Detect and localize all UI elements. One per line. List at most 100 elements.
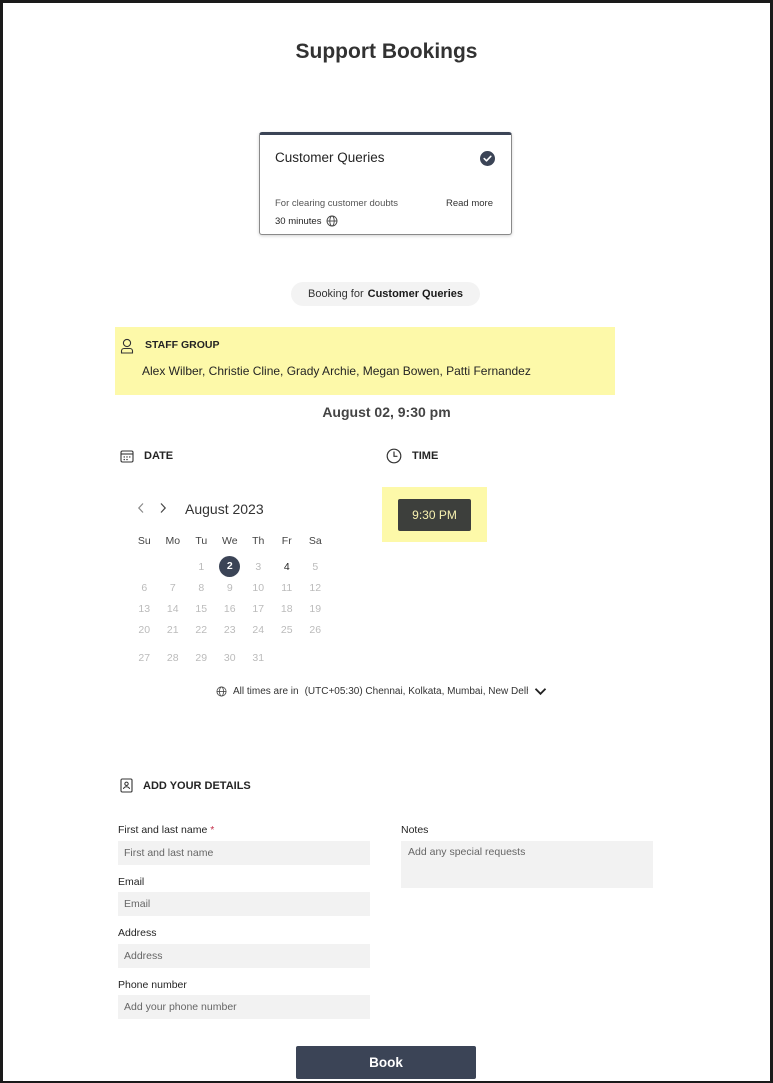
calendar-day: 25 — [273, 624, 302, 636]
check-icon — [480, 151, 495, 166]
calendar-day-number: 1 — [198, 560, 205, 573]
calendar-day: 26 — [301, 624, 330, 636]
calendar-icon — [120, 450, 134, 463]
chevron-right-icon[interactable] — [159, 502, 167, 517]
date-section-header: DATE — [120, 449, 173, 463]
chevron-left-icon[interactable] — [137, 502, 145, 517]
calendar-week-row: 13 14 15 16 17 18 19 — [130, 598, 330, 619]
calendar-day: 14 — [159, 603, 188, 615]
calendar-day: 11 — [273, 582, 302, 594]
calendar-day: 30 — [216, 652, 245, 664]
chevron-down-icon[interactable] — [534, 687, 547, 696]
calendar-day-number: 27 — [138, 651, 151, 664]
calendar-day-number: 2 — [219, 556, 241, 577]
staff-group-panel: STAFF GROUP Alex Wilber, Christie Cline,… — [115, 327, 615, 395]
weekday-label: Tu — [195, 534, 208, 547]
calendar-day-number: 20 — [138, 623, 151, 636]
clock-icon — [386, 448, 402, 464]
page-title: Support Bookings — [295, 40, 478, 63]
weekday-label: Sa — [308, 534, 322, 547]
details-section-heading: ADD YOUR DETAILS — [143, 779, 251, 792]
service-description: For clearing customer doubts — [275, 198, 399, 209]
weekday-label: Fr — [281, 534, 292, 547]
calendar-day: 21 — [159, 624, 188, 636]
globe-icon — [216, 686, 227, 697]
details-section-header: ADD YOUR DETAILS — [120, 778, 251, 793]
service-name: Customer Queries — [275, 150, 385, 165]
calendar-day-number: 17 — [252, 602, 265, 615]
calendar-day[interactable]: 4 — [273, 561, 302, 573]
calendar-grid: Su Mo Tu We Th Fr Sa 1 2 3 4 5 6 7 8 9 10 11 12 13 14… — [130, 530, 330, 668]
calendar-day-number: 26 — [309, 623, 322, 636]
booking-for-service: Customer Queries — [367, 288, 464, 300]
name-label-text: First and last name — [118, 824, 208, 836]
calendar-day-number: 23 — [223, 623, 236, 636]
email-input[interactable]: Email — [118, 892, 370, 916]
calendar-day: 7 — [159, 582, 188, 594]
weekday-label: Th — [252, 534, 265, 547]
calendar-day: 22 — [187, 624, 216, 636]
selected-datetime: August 02, 9:30 pm — [322, 404, 451, 420]
notes-field-label: Notes — [401, 824, 429, 836]
calendar-day-number: 16 — [223, 602, 236, 615]
calendar-day: 3 — [244, 561, 273, 573]
address-field-label: Address — [118, 927, 157, 939]
time-slot-button[interactable]: 9:30 PM — [398, 499, 471, 531]
time-slot-highlight: 9:30 PM — [382, 487, 487, 542]
calendar-day: 5 — [301, 561, 330, 573]
calendar-day-number: 19 — [309, 602, 322, 615]
notes-textarea[interactable]: Add any special requests — [401, 841, 653, 888]
name-input[interactable]: First and last name — [118, 841, 370, 865]
calendar-day: 20 — [130, 624, 159, 636]
calendar-day: 19 — [301, 603, 330, 615]
calendar-week-row: 27 28 29 30 31 — [130, 647, 330, 668]
calendar-day-number: 5 — [312, 560, 319, 573]
calendar-day: 15 — [187, 603, 216, 615]
timezone-prefix: All times are in — [233, 686, 299, 697]
calendar-day-number: 13 — [138, 602, 151, 615]
calendar-day: 12 — [301, 582, 330, 594]
timezone-selector[interactable]: All times are in (UTC+05:30) Chennai, Ko… — [216, 686, 547, 697]
calendar-day: 10 — [244, 582, 273, 594]
calendar-day-number: 7 — [169, 581, 176, 594]
calendar-week-row: 20 21 22 23 24 25 26 — [130, 619, 330, 640]
booking-for-pill: Booking for Customer Queries — [291, 282, 480, 306]
calendar-day-number: 21 — [166, 623, 179, 636]
staff-group-names: Alex Wilber, Christie Cline, Grady Archi… — [142, 364, 531, 378]
service-card[interactable]: Customer Queries For clearing customer d… — [259, 132, 512, 235]
calendar-weeks: 1 2 3 4 5 6 7 8 9 10 11 12 13 14 15 16 17 18 19 20 21 22 23 24 2… — [130, 556, 330, 668]
required-marker: * — [210, 824, 215, 836]
read-more-link[interactable]: Read more — [446, 198, 493, 209]
calendar-day-number: 11 — [281, 581, 293, 594]
calendar-week-row: 1 2 3 4 5 — [130, 556, 330, 577]
booking-for-prefix: Booking for — [307, 288, 364, 300]
weekday-label: Su — [137, 534, 151, 547]
calendar-day[interactable]: 2 — [216, 556, 245, 577]
book-button[interactable]: Book — [296, 1046, 476, 1079]
calendar-day-number: 15 — [195, 602, 208, 615]
weekday-label: Mo — [165, 534, 181, 547]
calendar-day-number: 9 — [226, 581, 233, 594]
weekday-label: We — [221, 534, 238, 547]
calendar-day-number: 29 — [195, 651, 208, 664]
address-input[interactable]: Address — [118, 944, 370, 968]
calendar-week-row: 6 7 8 9 10 11 12 — [130, 577, 330, 598]
email-field-label: Email — [118, 876, 145, 888]
service-duration: 30 minutes — [275, 215, 338, 227]
calendar-day-number: 28 — [166, 651, 179, 664]
calendar-day-number: 18 — [280, 602, 293, 615]
phone-input[interactable]: Add your phone number — [118, 995, 370, 1019]
calendar-month-label: August 2023 — [185, 501, 264, 517]
calendar-day: 13 — [130, 603, 159, 615]
calendar-day: 6 — [130, 582, 159, 594]
calendar-day: 17 — [244, 603, 273, 615]
calendar-day-number: 14 — [166, 602, 179, 615]
calendar-day-number: 25 — [280, 623, 293, 636]
calendar-day-number: 30 — [223, 651, 236, 664]
calendar-day-number: 6 — [141, 581, 148, 594]
calendar-day: 24 — [244, 624, 273, 636]
calendar-day-number: 24 — [252, 623, 265, 636]
calendar-day: 28 — [159, 652, 188, 664]
calendar-day-number: 3 — [255, 560, 262, 573]
calendar-navigation: August 2023 — [137, 501, 264, 517]
